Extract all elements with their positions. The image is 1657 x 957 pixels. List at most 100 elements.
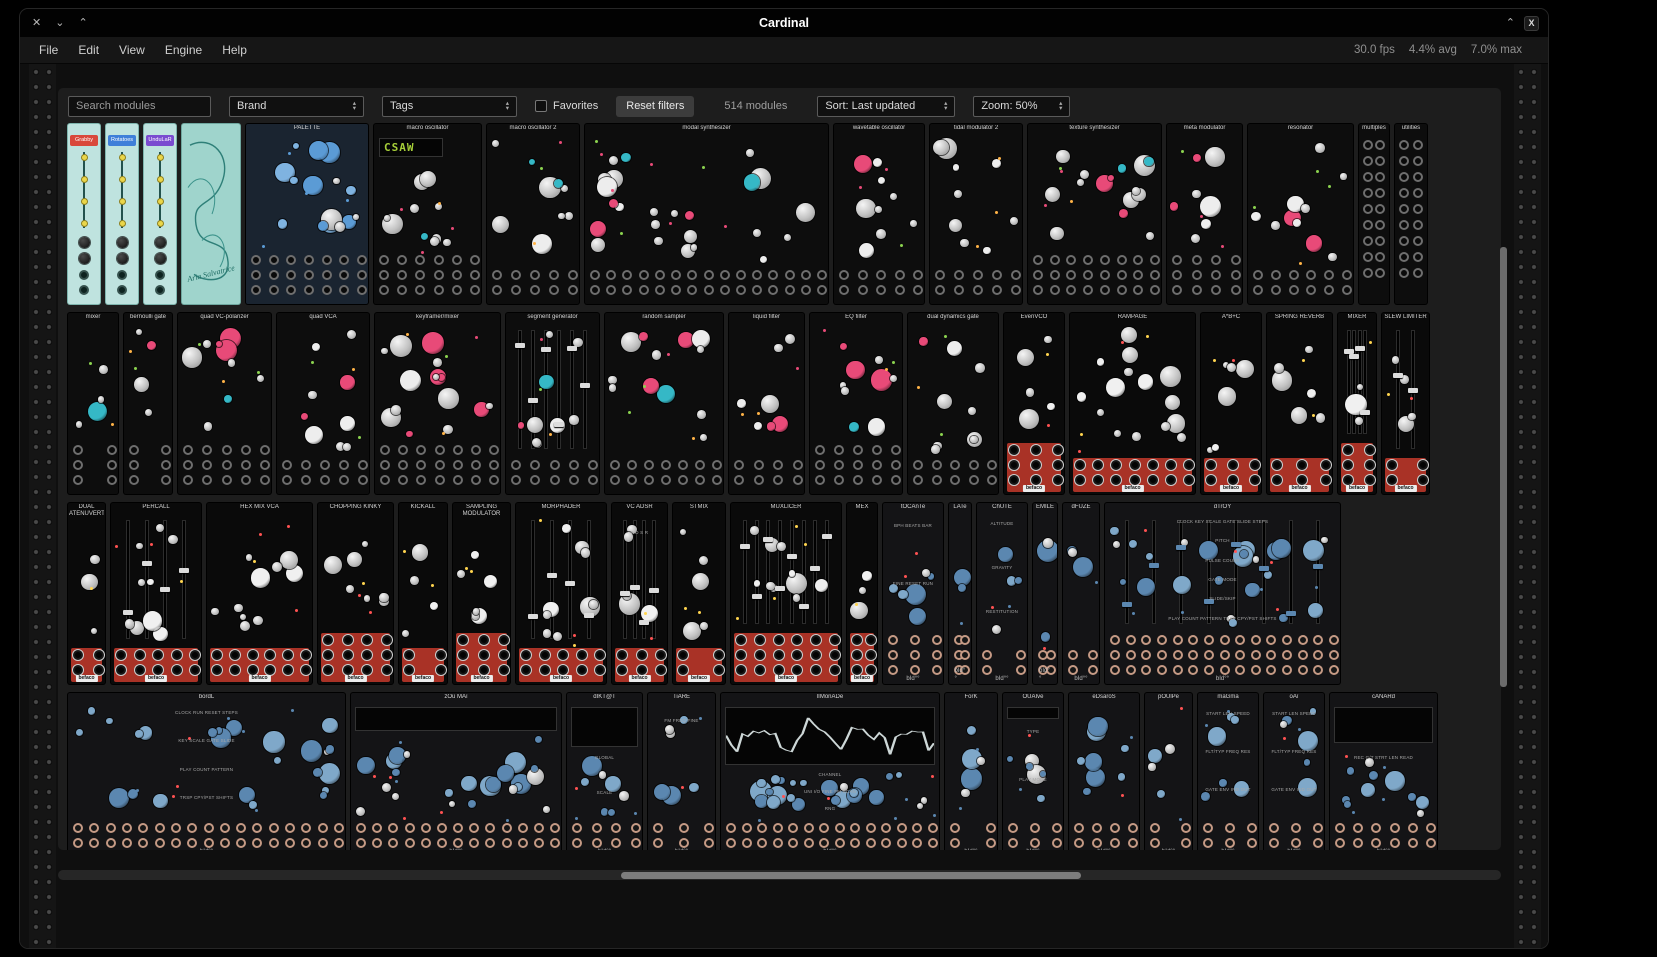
vertical-scrollbar[interactable] — [1500, 247, 1507, 687]
jack-port — [1329, 635, 1339, 645]
sort-dropdown[interactable]: Sort: Last updated ▴▾ — [817, 96, 955, 117]
module-eq-filter[interactable]: EQ filter — [810, 313, 902, 494]
module-bernoulli-gate[interactable]: bernoulli gate — [124, 313, 172, 494]
search-input[interactable] — [68, 96, 211, 117]
jack-port — [1297, 460, 1307, 470]
small-knob — [147, 341, 156, 350]
app-icon[interactable]: X — [1524, 16, 1539, 31]
tags-dropdown[interactable]: Tags ▴▾ — [382, 96, 517, 117]
module-modal-synthesizer[interactable]: modal synthesizer — [585, 124, 828, 304]
module-segment-generator[interactable]: segment generator — [506, 313, 599, 494]
module-emile[interactable]: EMILEbId°° — [1033, 503, 1057, 684]
module-bordl[interactable]: bordLCLOCK RUN RESET STEPSKEY SCALE GATE… — [68, 693, 345, 850]
shade-icon[interactable]: ⌄ — [55, 9, 64, 37]
module-ouaive[interactable]: OUAIveTYPEPLAY MODEbId°° — [1003, 693, 1063, 850]
module-vc-adsr[interactable]: VC ADSRA D S Rbefaco — [612, 503, 667, 684]
horizontal-scrollbar-thumb[interactable] — [621, 872, 1081, 879]
module-spring-reverb[interactable]: SPRING REVERBbefaco — [1267, 313, 1332, 494]
reset-filters-button[interactable]: Reset filters — [616, 96, 694, 117]
jack-port — [172, 650, 182, 660]
module-percall[interactable]: PERCALLbefaco — [111, 503, 201, 684]
module-mixer[interactable]: MIXERbefaco — [1338, 313, 1376, 494]
module-macro-oscillator-2[interactable]: macro oscillator 2 — [487, 124, 579, 304]
module-dikt-t[interactable]: dIKT@TGLOBALSCALEbId°° — [567, 693, 642, 850]
module-title: VC ADSR — [613, 504, 666, 511]
small-knob — [257, 375, 264, 382]
module-a-b-c[interactable]: A*B+Cbefaco — [1201, 313, 1261, 494]
module-muxlicer[interactable]: MUXLICERbefaco — [731, 503, 841, 684]
module-wavetable-oscillator[interactable]: wavetable oscillator — [834, 124, 924, 304]
led — [222, 380, 225, 383]
module-canard[interactable]: cANARdREC G/T STRT LEN READbId°° — [1330, 693, 1437, 850]
brand-dropdown[interactable]: Brand ▴▾ — [229, 96, 364, 117]
favorites-checkbox[interactable] — [535, 100, 547, 112]
module-oa[interactable]: oAïSTART LEN SPEEDFLT/TYP FREQ RESGATE E… — [1264, 693, 1324, 850]
favorites-filter[interactable]: Favorites — [535, 100, 598, 112]
module-quad-vc-polarizer[interactable]: quad VC-polarizer — [178, 313, 271, 494]
module-rampage[interactable]: RAMPAGEbefaco — [1070, 313, 1195, 494]
module-tiare[interactable]: TiAREFM FREQ FINEbId°° — [648, 693, 715, 850]
zoom-dropdown[interactable]: Zoom: 50% ▴▾ — [973, 96, 1070, 117]
brand-logo: bId°° — [598, 848, 611, 850]
module-edsaros[interactable]: eDsaroSbId°° — [1069, 693, 1139, 850]
module-quad-vca[interactable]: quad VCA — [277, 313, 369, 494]
module-palette[interactable]: PALETTE — [246, 124, 368, 304]
module-multiples[interactable]: multiples — [1359, 124, 1389, 304]
module-magma[interactable]: maGmaSTART LEN SPEEDFLT/TYP FREQ RESGATE… — [1198, 693, 1258, 850]
module-dfuze[interactable]: dFUZEbId°° — [1063, 503, 1099, 684]
module-slew-limiter[interactable]: SLEW LIMITERbefaco — [1382, 313, 1429, 494]
module-title: modal synthesizer — [586, 125, 827, 132]
menu-help[interactable]: Help — [213, 40, 256, 60]
jack-port — [830, 665, 840, 675]
small-knob — [1315, 143, 1325, 153]
collapse-icon[interactable]: ⌃ — [1506, 9, 1515, 37]
module-zo-ma[interactable]: zOù MAïbId°° — [351, 693, 561, 850]
menu-file[interactable]: File — [30, 40, 67, 60]
menu-edit[interactable]: Edit — [69, 40, 108, 60]
module-resonator[interactable]: resonator — [1248, 124, 1353, 304]
jack-port — [479, 665, 489, 675]
module-poulpe[interactable]: pOUlPebId°° — [1145, 693, 1192, 850]
module-late[interactable]: LATebId°° — [949, 503, 971, 684]
horizontal-scrollbar[interactable] — [58, 870, 1501, 880]
module-macro-oscillator[interactable]: macro oscillatorCSAW — [374, 124, 481, 304]
module-morphader[interactable]: MORPHADERbefaco — [516, 503, 606, 684]
module-tocante[interactable]: tOCAnTeBPH BEATS BARFINE RESET RUNbId°° — [883, 503, 943, 684]
module-chute[interactable]: ChUTEALTITUDEGRAVITYRESTITUTIONbId°° — [977, 503, 1027, 684]
module-kickall[interactable]: KICKALLbefaco — [399, 503, 447, 684]
small-knob — [224, 395, 232, 403]
module-tidal-modulator-2[interactable]: tidal modulator 2 — [930, 124, 1022, 304]
led — [176, 785, 179, 788]
module-chopping-kinky[interactable]: CHOPPING KINKYbefaco — [318, 503, 393, 684]
module-evenvco[interactable]: EvenVCObefaco — [1004, 313, 1064, 494]
module-dual-dynamics-gate[interactable]: dual dynamics gate — [908, 313, 998, 494]
module-dual-atenuverter[interactable]: DUAL ATENUVERTERbefaco — [68, 503, 105, 684]
module-meta-modulator[interactable]: meta modulator — [1167, 124, 1242, 304]
module-grabby[interactable]: Grabby — [68, 124, 100, 304]
expand-icon[interactable]: ⌃ — [78, 9, 87, 37]
module-fork[interactable]: ForKbId°° — [945, 693, 997, 850]
module-texture-synthesizer[interactable]: texture synthesizer — [1028, 124, 1161, 304]
module-rotatoes[interactable]: Rotatoes — [106, 124, 138, 304]
module-dtroy[interactable]: dTrOYCLOCK KEY SCALE GATE SLIDE STEPSPIT… — [1105, 503, 1340, 684]
module-sampling-modulator[interactable]: SAMPLING MODULATORbefaco — [453, 503, 510, 684]
small-knob — [76, 421, 83, 428]
menu-engine[interactable]: Engine — [156, 40, 211, 60]
module-mixer[interactable]: mixer — [68, 313, 118, 494]
module-limonade[interactable]: lIMonADeCHANNELUNI I/O FINE FM SCANRNGbI… — [721, 693, 939, 850]
small-knob — [293, 143, 299, 149]
module-undular[interactable]: UnduLaR — [144, 124, 176, 304]
module-keyframer-mixer[interactable]: keyframer/mixer — [375, 313, 500, 494]
module-random-sampler[interactable]: random sampler — [605, 313, 723, 494]
module-utilities[interactable]: utilities — [1395, 124, 1427, 304]
module-liquid-filter[interactable]: liquid filter — [729, 313, 804, 494]
menu-view[interactable]: View — [110, 40, 154, 60]
small-knob — [1408, 413, 1416, 421]
module-blank[interactable]: Aria Salvatrice — [182, 124, 240, 304]
jack-port — [356, 823, 366, 833]
module-stmix[interactable]: STMIXbefaco — [673, 503, 725, 684]
small-knob — [685, 211, 694, 220]
module-mex[interactable]: MEXbefaco — [847, 503, 877, 684]
module-hex-mix-vca[interactable]: HEX MIX VCAbefaco — [207, 503, 312, 684]
close-icon[interactable]: ✕ — [32, 9, 41, 37]
